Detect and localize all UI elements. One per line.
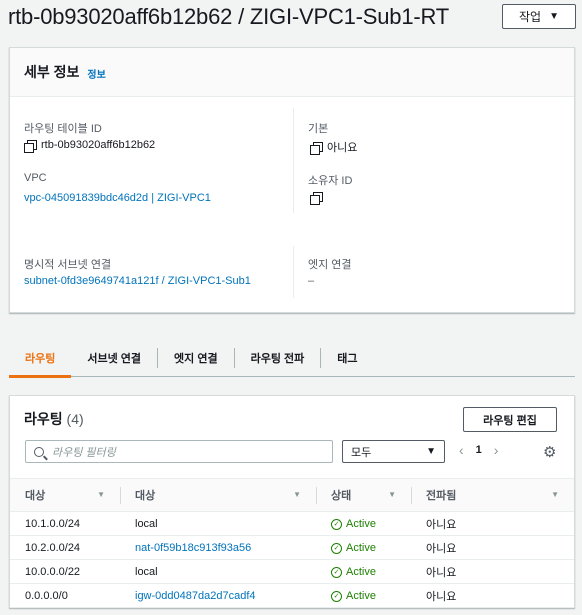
page-number[interactable]: 1 (476, 444, 482, 456)
status-badge: ✓ Active (331, 566, 376, 578)
routes-count: (4) (66, 411, 84, 427)
main-label: 기본 (308, 123, 329, 135)
search-icon (34, 446, 44, 457)
details-header: 세부 정보 정보 (10, 48, 574, 97)
actions-label: 작업 (519, 10, 542, 24)
check-circle-icon: ✓ (331, 590, 342, 602)
chevron-right-icon[interactable]: › (494, 442, 499, 458)
status-text: Active (346, 542, 376, 554)
pagination: ‹ 1 › (459, 442, 498, 458)
vpc-label: VPC (24, 172, 47, 184)
tab-tags[interactable]: 태그 (321, 340, 373, 377)
chevron-left-icon[interactable]: ‹ (459, 442, 464, 458)
explicit-subnet-link[interactable]: subnet-0fd3e9649741a121f / ZIGI-VPC1-Sub… (24, 275, 251, 287)
explicit-subnet-label: 명시적 서브넷 연결 (24, 259, 112, 271)
propagated-cell: 아니요 (411, 535, 574, 560)
destination-cell: 10.0.0.0/22 (10, 559, 120, 584)
propagated-cell: 아니요 (411, 583, 574, 608)
edge-association-label: 엣지 연결 (308, 259, 352, 271)
column-divider (293, 108, 294, 213)
edit-routes-button[interactable]: 라우팅 편집 (463, 407, 557, 432)
caret-down-icon: ▼ (426, 446, 436, 457)
target-cell: local (120, 511, 316, 536)
owner-id-label: 소유자 ID (308, 175, 353, 187)
sort-icon[interactable]: ▼ (293, 490, 301, 499)
column-divider (293, 246, 294, 298)
info-link[interactable]: 정보 (87, 66, 105, 81)
tab-subnet-associations[interactable]: 서브넷 연결 (71, 340, 157, 377)
filter-select-value: 모두 (351, 446, 372, 459)
column-header-destination[interactable]: 대상 ▼ (10, 478, 120, 512)
vpc-link[interactable]: vpc-045091839bdc46d2d | ZIGI-VPC1 (24, 192, 211, 204)
destination-cell: 10.2.0.0/24 (10, 535, 120, 560)
status-badge: ✓ Active (331, 590, 376, 602)
actions-button[interactable]: 작업 ▼ (502, 4, 576, 29)
edge-association-value: – (308, 275, 315, 287)
check-circle-icon: ✓ (331, 518, 342, 530)
table-row[interactable]: 10.1.0.0/24 local ✓ Active 아니요 (10, 511, 574, 536)
sort-icon[interactable]: ▼ (388, 490, 396, 499)
check-circle-icon: ✓ (331, 542, 342, 554)
table-row[interactable]: 10.0.0.0/22 local ✓ Active 아니요 (10, 559, 574, 584)
destination-cell: 0.0.0.0/0 (10, 583, 120, 608)
tab-route-propagation[interactable]: 라우팅 전파 (235, 340, 321, 377)
table-row[interactable]: 10.2.0.0/24 nat-0f59b18c913f93a56 ✓ Activ… (10, 535, 574, 560)
status-cell: ✓ Active (316, 559, 411, 584)
copy-icon[interactable] (24, 139, 37, 153)
propagated-cell: 아니요 (411, 559, 574, 584)
column-header-label: 대상 (135, 490, 156, 502)
main-value: 아니요 (310, 139, 357, 155)
status-cell: ✓ Active (316, 583, 411, 608)
copy-icon[interactable] (310, 192, 323, 205)
column-header-label: 상태 (331, 490, 352, 502)
column-header-status[interactable]: 상태 ▼ (316, 478, 411, 512)
main-text: 아니요 (327, 142, 358, 154)
search-input[interactable]: 라우팅 필터링 (25, 440, 333, 463)
status-text: Active (346, 590, 376, 602)
tab-routes[interactable]: 라우팅 (9, 340, 72, 378)
route-table-id-text: rtb-0b93020aff6b12b62 (41, 139, 156, 151)
status-badge: ✓ Active (331, 518, 376, 530)
sort-icon[interactable]: ▼ (551, 490, 559, 499)
target-link[interactable]: igw-0dd0487da2d7cadf4 (120, 583, 316, 608)
route-table-id-label: 라우팅 테이블 ID (24, 123, 102, 135)
page-title: rtb-0b93020aff6b12b62 / ZIGI-VPC1-Sub1-R… (8, 4, 450, 29)
status-text: Active (346, 566, 376, 578)
column-header-label: 전파됨 (426, 490, 457, 502)
table-row[interactable]: 0.0.0.0/0 igw-0dd0487da2d7cadf4 ✓ Active … (10, 583, 574, 608)
details-panel: 세부 정보 정보 라우팅 테이블 ID rtb-0b93020aff6b12b6… (9, 47, 575, 313)
check-circle-icon: ✓ (331, 566, 342, 578)
search-placeholder: 라우팅 필터링 (52, 446, 116, 459)
routes-table: 대상 ▼ 대상 ▼ 상태 ▼ 전파됨 ▼ 10.1.0.0/24 local ✓ Acti… (10, 478, 574, 608)
routes-heading-text: 라우팅 (24, 411, 63, 427)
status-text: Active (346, 518, 376, 530)
status-cell: ✓ Active (316, 535, 411, 560)
column-header-label: 대상 (25, 490, 46, 502)
tab-edge-associations[interactable]: 엣지 연결 (158, 340, 234, 377)
sort-icon[interactable]: ▼ (97, 490, 105, 499)
destination-cell: 10.1.0.0/24 (10, 511, 120, 536)
column-header-target[interactable]: 대상 ▼ (120, 478, 316, 512)
propagated-cell: 아니요 (411, 511, 574, 536)
caret-down-icon: ▼ (549, 11, 559, 22)
status-cell: ✓ Active (316, 511, 411, 536)
route-table-id-value: rtb-0b93020aff6b12b62 (24, 139, 156, 153)
column-header-propagated[interactable]: 전파됨 ▼ (411, 478, 574, 512)
target-link[interactable]: nat-0f59b18c913f93a56 (120, 535, 316, 560)
filter-select[interactable]: 모두 ▼ (342, 440, 445, 463)
status-badge: ✓ Active (331, 542, 376, 554)
routes-panel: 라우팅 (4) 라우팅 편집 라우팅 필터링 모두 ▼ ‹ 1 › ⚙ 대상 ▼ … (9, 395, 575, 608)
copy-icon[interactable] (310, 141, 323, 155)
routes-heading: 라우팅 (4) (24, 409, 84, 429)
owner-id-value (310, 192, 323, 205)
tab-bar: 라우팅 서브넷 연결 엣지 연결 라우팅 전파 태그 (9, 340, 575, 378)
gear-icon[interactable]: ⚙ (543, 443, 556, 461)
details-heading: 세부 정보 (24, 64, 80, 80)
target-cell: local (120, 559, 316, 584)
